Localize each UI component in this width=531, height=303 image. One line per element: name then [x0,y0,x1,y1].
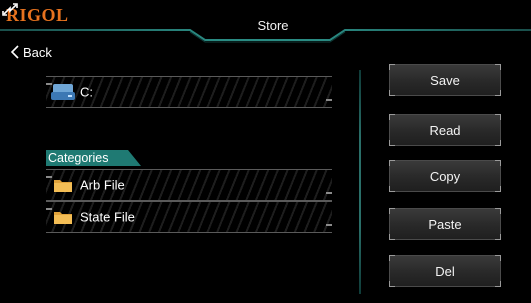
page-title: Store [257,18,289,33]
copy-label: Copy [429,168,461,184]
drive-label: C: [80,84,93,100]
back-label: Back [23,44,52,60]
paste-button[interactable]: Paste [389,208,501,240]
row-tick [326,192,332,194]
copy-button[interactable]: Copy [389,160,501,192]
delete-button[interactable]: Del [389,255,501,287]
read-button[interactable]: Read [389,114,501,146]
panel-divider [359,70,361,294]
chevron-left-icon [10,45,19,59]
categories-label: Categories [48,151,109,165]
drive-icon [51,84,75,100]
paste-label: Paste [428,216,462,232]
save-label: Save [430,72,460,88]
category-row-state-file[interactable]: State File [46,201,332,233]
read-label: Read [429,122,461,138]
back-button[interactable]: Back [10,44,52,60]
row-tick [46,176,52,178]
save-button[interactable]: Save [389,64,501,96]
folder-icon [54,212,72,224]
delete-label: Del [435,263,455,279]
category-row-arb-file[interactable]: Arb File [46,169,332,201]
row-tick [46,208,52,210]
title-bar: RIGOL Store [0,0,531,44]
folder-icon [54,180,72,192]
drive-row-c[interactable]: C: [46,76,332,108]
row-tick [326,224,332,226]
category-label: Arb File [80,177,125,193]
category-label: State File [80,209,135,225]
row-tick [326,99,332,101]
categories-header: Categories [46,150,141,166]
swap-arrows-icon[interactable] [0,0,22,18]
